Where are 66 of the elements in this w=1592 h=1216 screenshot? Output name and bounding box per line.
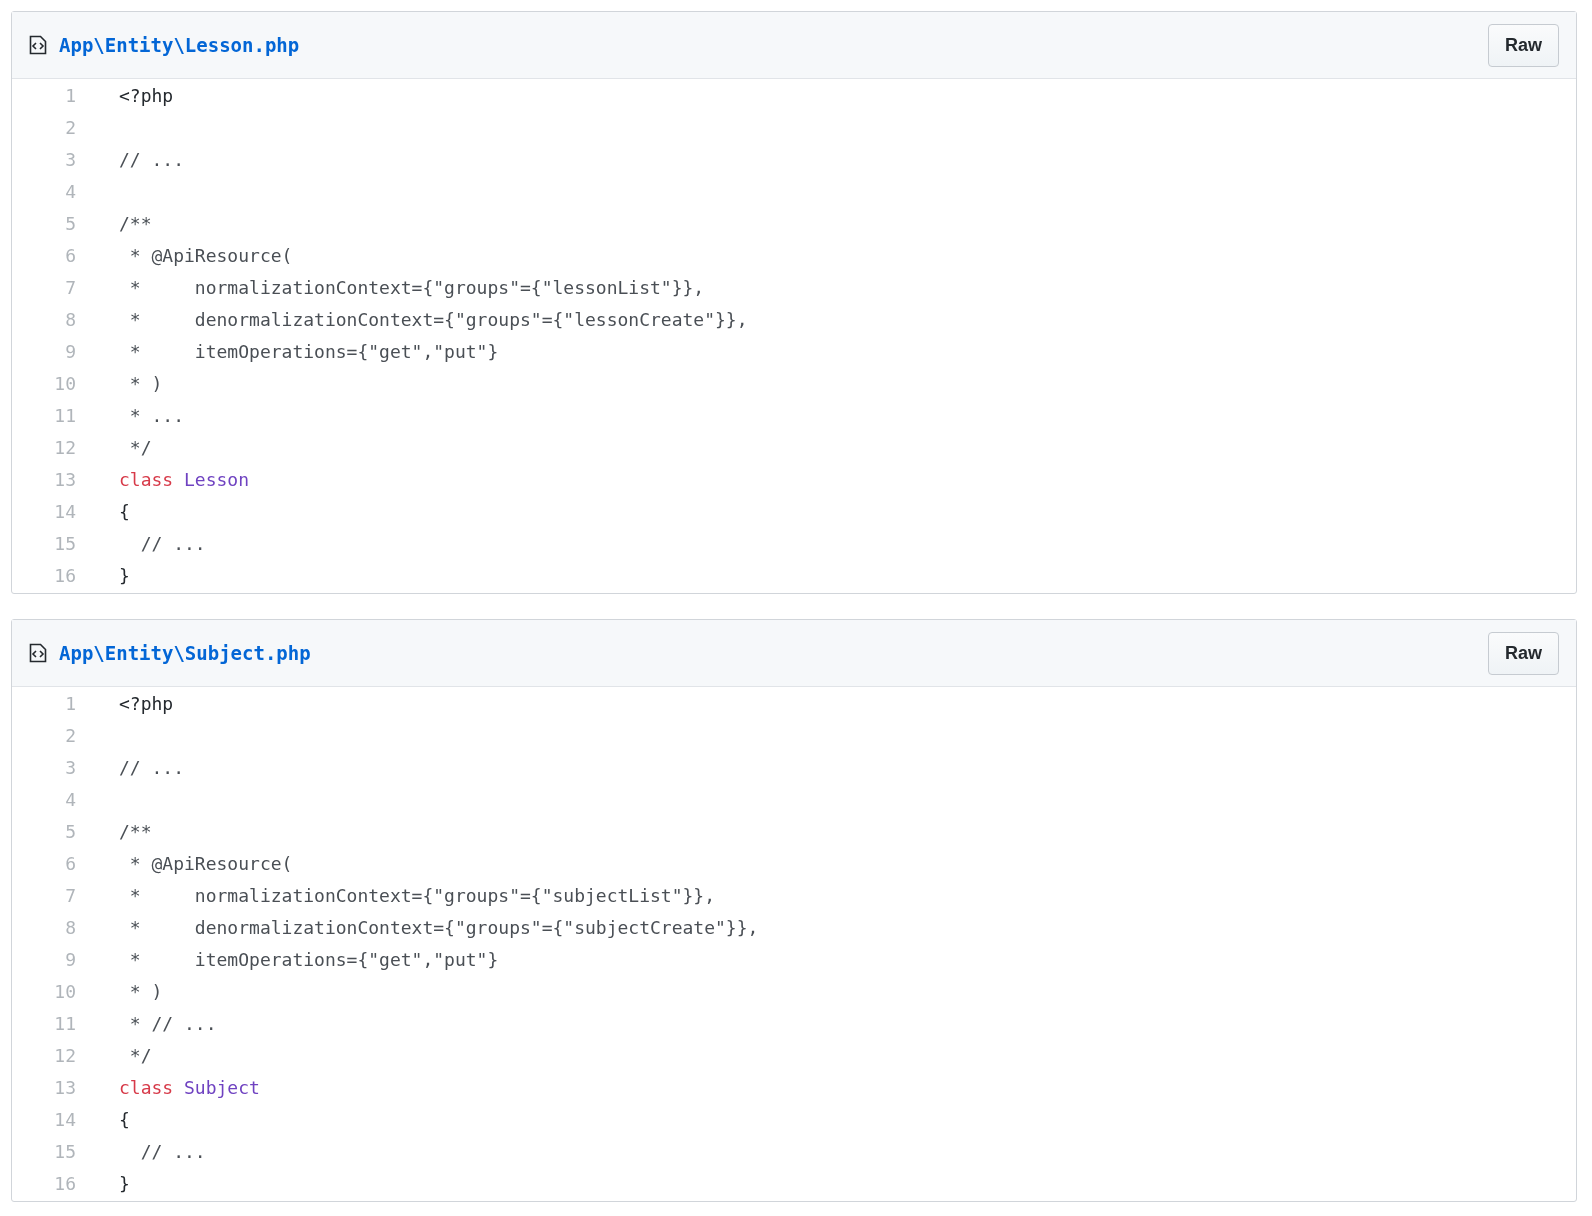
line-number: 3: [64, 756, 76, 778]
line-number: 5: [64, 820, 76, 842]
code-line: * normalizationContext={"groups"={"subjectList"}},: [128, 884, 716, 906]
code-line: * ): [128, 980, 163, 1002]
code-line: class Lesson: [119, 468, 250, 490]
line-number: 7: [64, 276, 76, 298]
code-line: * @ApiResource(: [128, 852, 293, 874]
line-number: 12: [53, 1044, 76, 1066]
line-number: 10: [53, 980, 76, 1002]
code-line: }: [119, 1172, 130, 1194]
code-line: // ...: [139, 1140, 206, 1162]
code-line: // ...: [139, 532, 206, 554]
line-number: 6: [64, 244, 76, 266]
code-line: // ...: [119, 756, 185, 778]
code-line: * denormalizationContext={"groups"={"lessonCreate"}},: [128, 308, 748, 330]
line-number: 1: [64, 84, 76, 106]
code-line: * itemOperations={"get","put"}: [128, 948, 499, 970]
line-number: 2: [64, 724, 76, 746]
code-line: */: [128, 436, 152, 458]
file-code-icon: [29, 643, 47, 663]
line-number: 13: [53, 468, 76, 490]
code-line: // ...: [119, 148, 185, 170]
line-number: 16: [53, 564, 76, 586]
line-number: 3: [64, 148, 76, 170]
code-line: */: [128, 1044, 152, 1066]
line-number: 1: [64, 692, 76, 714]
code-line: * // ...: [128, 1012, 217, 1034]
code-line: <?php: [119, 692, 174, 714]
line-number: 9: [64, 340, 76, 362]
code-line: {: [119, 1108, 130, 1130]
line-number: 4: [64, 180, 76, 202]
line-number: 15: [53, 532, 76, 554]
code-line: /**: [119, 212, 152, 234]
code-line: * @ApiResource(: [128, 244, 293, 266]
code-line: * itemOperations={"get","put"}: [128, 340, 499, 362]
line-number: 15: [53, 1140, 76, 1162]
line-number: 14: [53, 1108, 76, 1130]
raw-button[interactable]: Raw: [1488, 23, 1559, 67]
file-name-link[interactable]: App\Entity\Subject.php: [59, 642, 311, 664]
line-number: 11: [53, 404, 76, 426]
line-number: 11: [53, 1012, 76, 1034]
line-number: 16: [53, 1172, 76, 1194]
line-number: 2: [64, 116, 76, 138]
code-line: <?php: [119, 84, 174, 106]
line-number: 9: [64, 948, 76, 970]
code-line: {: [119, 500, 130, 522]
line-number: 6: [64, 852, 76, 874]
line-number: 12: [53, 436, 76, 458]
line-number: 5: [64, 212, 76, 234]
code-line: * ...: [128, 404, 185, 426]
line-number: 14: [53, 500, 76, 522]
line-number: 8: [64, 916, 76, 938]
line-number: 4: [64, 788, 76, 810]
line-number: 8: [64, 308, 76, 330]
file-code-icon: [29, 35, 47, 55]
code-line: }: [119, 564, 130, 586]
line-number: 13: [53, 1076, 76, 1098]
code-line: class Subject: [119, 1076, 260, 1098]
code-line: /**: [119, 820, 152, 842]
line-number: 10: [53, 372, 76, 394]
code-line: * normalizationContext={"groups"={"lessonList"}},: [128, 276, 705, 298]
code-line: * ): [128, 372, 163, 394]
raw-button[interactable]: Raw: [1488, 631, 1559, 675]
line-number: 7: [64, 884, 76, 906]
file-name-link[interactable]: App\Entity\Lesson.php: [59, 34, 300, 56]
code-line: * denormalizationContext={"groups"={"subjectCreate"}},: [128, 916, 759, 938]
